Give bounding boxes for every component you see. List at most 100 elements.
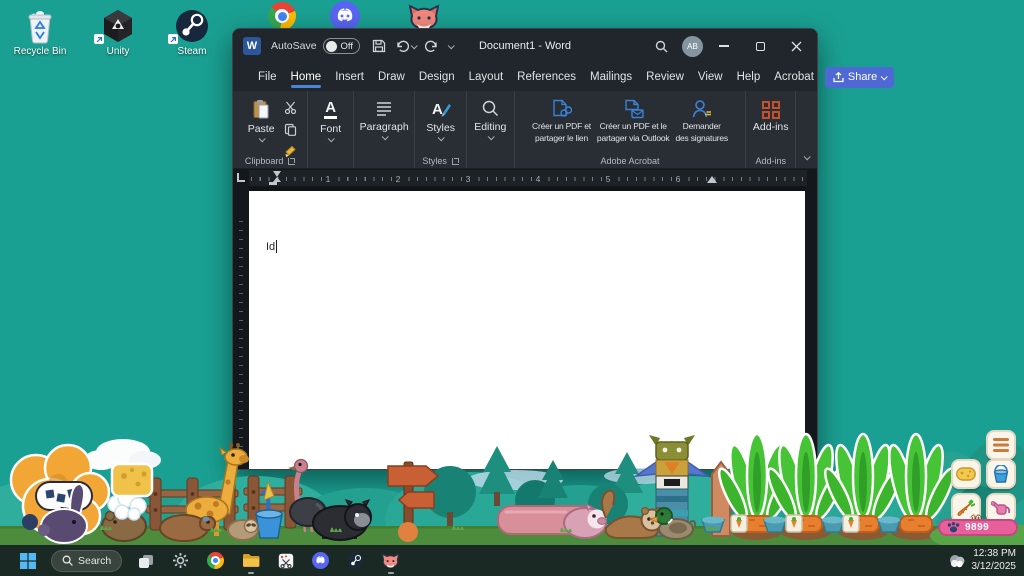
game-menu-button[interactable]: [986, 430, 1016, 460]
addins-button[interactable]: Add-ins: [753, 95, 789, 152]
steam-icon: [160, 6, 224, 44]
taskbar: Search: [0, 545, 1024, 576]
ruler-ticks: [251, 177, 807, 181]
desktop-icon-label: Unity: [86, 46, 150, 57]
right-indent-marker[interactable]: [707, 176, 717, 183]
paw-points-counter[interactable]: 9899: [938, 519, 1018, 536]
search-icon[interactable]: [646, 33, 676, 59]
folder-icon: [242, 553, 260, 568]
cut-button[interactable]: [284, 101, 298, 119]
left-indent-marker[interactable]: [269, 182, 277, 185]
create-pdf-outlook-button[interactable]: Créer un PDF et le partager via Outlook: [594, 95, 673, 152]
desktop-icon-label: Steam: [160, 46, 224, 57]
editing-menu-button[interactable]: Editing: [474, 95, 506, 152]
tab-view[interactable]: View: [695, 66, 726, 88]
share-button[interactable]: Share: [825, 67, 894, 88]
bucket-icon: [992, 465, 1010, 483]
pdf-mail-icon: [622, 99, 644, 119]
paragraph-group: Paragraph: [354, 91, 415, 168]
collapse-ribbon-group: [796, 91, 817, 168]
tab-insert[interactable]: Insert: [332, 66, 367, 88]
sponge-prop[interactable]: [112, 464, 152, 496]
styles-group-label: Styles: [422, 156, 447, 166]
taskbar-clock[interactable]: 12:38 PM 3/12/2025: [972, 548, 1017, 573]
collapse-ribbon-chevron-icon[interactable]: [804, 153, 811, 160]
clipboard-group-label: Clipboard: [245, 156, 284, 166]
save-button[interactable]: [372, 39, 386, 53]
account-avatar[interactable]: AB: [682, 36, 703, 57]
ruler-number: 6: [672, 174, 684, 184]
desktop-icon-recycle-bin[interactable]: Recycle Bin: [8, 6, 72, 57]
minimize-button[interactable]: [709, 33, 739, 59]
bucket-tool-button[interactable]: [986, 459, 1016, 489]
desktop-icon-unity[interactable]: Unity: [86, 6, 150, 57]
paragraph-menu-button[interactable]: Paragraph: [360, 95, 409, 152]
system-tray[interactable]: 12:38 PM 3/12/2025: [948, 545, 1017, 576]
sponge-tool-button[interactable]: [951, 459, 981, 489]
running-indicator: [248, 572, 254, 575]
fox-taskbar-icon[interactable]: [373, 545, 408, 576]
file-explorer-icon[interactable]: [233, 545, 268, 576]
word-logo: W: [243, 37, 261, 55]
text-cursor: [276, 240, 277, 253]
ruler-number: 1: [322, 174, 334, 184]
ruler-row: 1 2 3 4 5 6: [233, 169, 817, 187]
maximize-button[interactable]: [745, 33, 775, 59]
chrome-icon[interactable]: [268, 2, 296, 30]
tab-layout[interactable]: Layout: [466, 66, 507, 88]
taskbar-search[interactable]: Search: [51, 550, 122, 572]
font-menu-button[interactable]: A Font: [320, 95, 342, 152]
autosave-toggle[interactable]: Off: [323, 38, 361, 54]
task-view-button[interactable]: [128, 545, 163, 576]
paste-caret-icon: [258, 135, 265, 142]
start-button[interactable]: [10, 545, 45, 576]
sponge-icon: [956, 467, 976, 481]
tab-selector[interactable]: [236, 173, 245, 182]
gear-icon: [172, 552, 189, 569]
unity-icon: [86, 6, 150, 44]
undo-button[interactable]: [395, 39, 416, 53]
snipping-tool-icon[interactable]: [268, 545, 303, 576]
recycle-bin-icon: [8, 6, 72, 44]
tab-acrobat[interactable]: Acrobat: [771, 66, 817, 88]
font-icon: A: [320, 99, 342, 121]
tab-home[interactable]: Home: [288, 66, 325, 88]
chrome-taskbar-icon[interactable]: [198, 545, 233, 576]
redo-button[interactable]: [425, 39, 439, 53]
autosave-state: Off: [341, 41, 354, 52]
editing-group: Editing: [467, 91, 515, 168]
ruler-number: 5: [602, 174, 614, 184]
tab-design[interactable]: Design: [416, 66, 458, 88]
game-scene: [0, 420, 1024, 545]
search-icon: [62, 555, 73, 566]
settings-button[interactable]: [163, 545, 198, 576]
tab-review[interactable]: Review: [643, 66, 687, 88]
paw-count: 9899: [965, 522, 989, 533]
sloth[interactable]: [228, 520, 258, 541]
tab-draw[interactable]: Draw: [375, 66, 408, 88]
font-caret-icon: [328, 135, 335, 142]
tab-file[interactable]: File: [255, 66, 280, 88]
tab-mailings[interactable]: Mailings: [587, 66, 635, 88]
create-pdf-share-link-button[interactable]: Créer un PDF et partager le lien: [529, 95, 594, 152]
styles-menu-button[interactable]: A Styles: [426, 95, 455, 152]
toggle-knob: [326, 41, 337, 52]
tab-references[interactable]: References: [514, 66, 579, 88]
request-signatures-button[interactable]: Demander des signatures: [672, 95, 730, 152]
close-button[interactable]: [781, 33, 811, 59]
editing-caret-icon: [487, 133, 494, 140]
quick-access-chevron-icon[interactable]: [448, 42, 455, 49]
tab-help[interactable]: Help: [734, 66, 764, 88]
shortcut-arrow-icon: [168, 34, 178, 44]
paste-button[interactable]: Paste: [240, 95, 282, 152]
discord-taskbar-icon[interactable]: [303, 545, 338, 576]
document-text[interactable]: Id: [266, 241, 275, 253]
steam-taskbar-icon[interactable]: [338, 545, 373, 576]
desktop-icon-steam[interactable]: Steam: [160, 6, 224, 57]
styles-dialog-launcher[interactable]: [452, 158, 459, 165]
steam-glyph: [347, 552, 364, 569]
clipboard-dialog-launcher[interactable]: [288, 158, 295, 165]
copy-button[interactable]: [284, 123, 298, 141]
word-window: W AutoSave Off Document1 - Word: [232, 28, 818, 470]
signature-person-icon: [691, 99, 713, 119]
